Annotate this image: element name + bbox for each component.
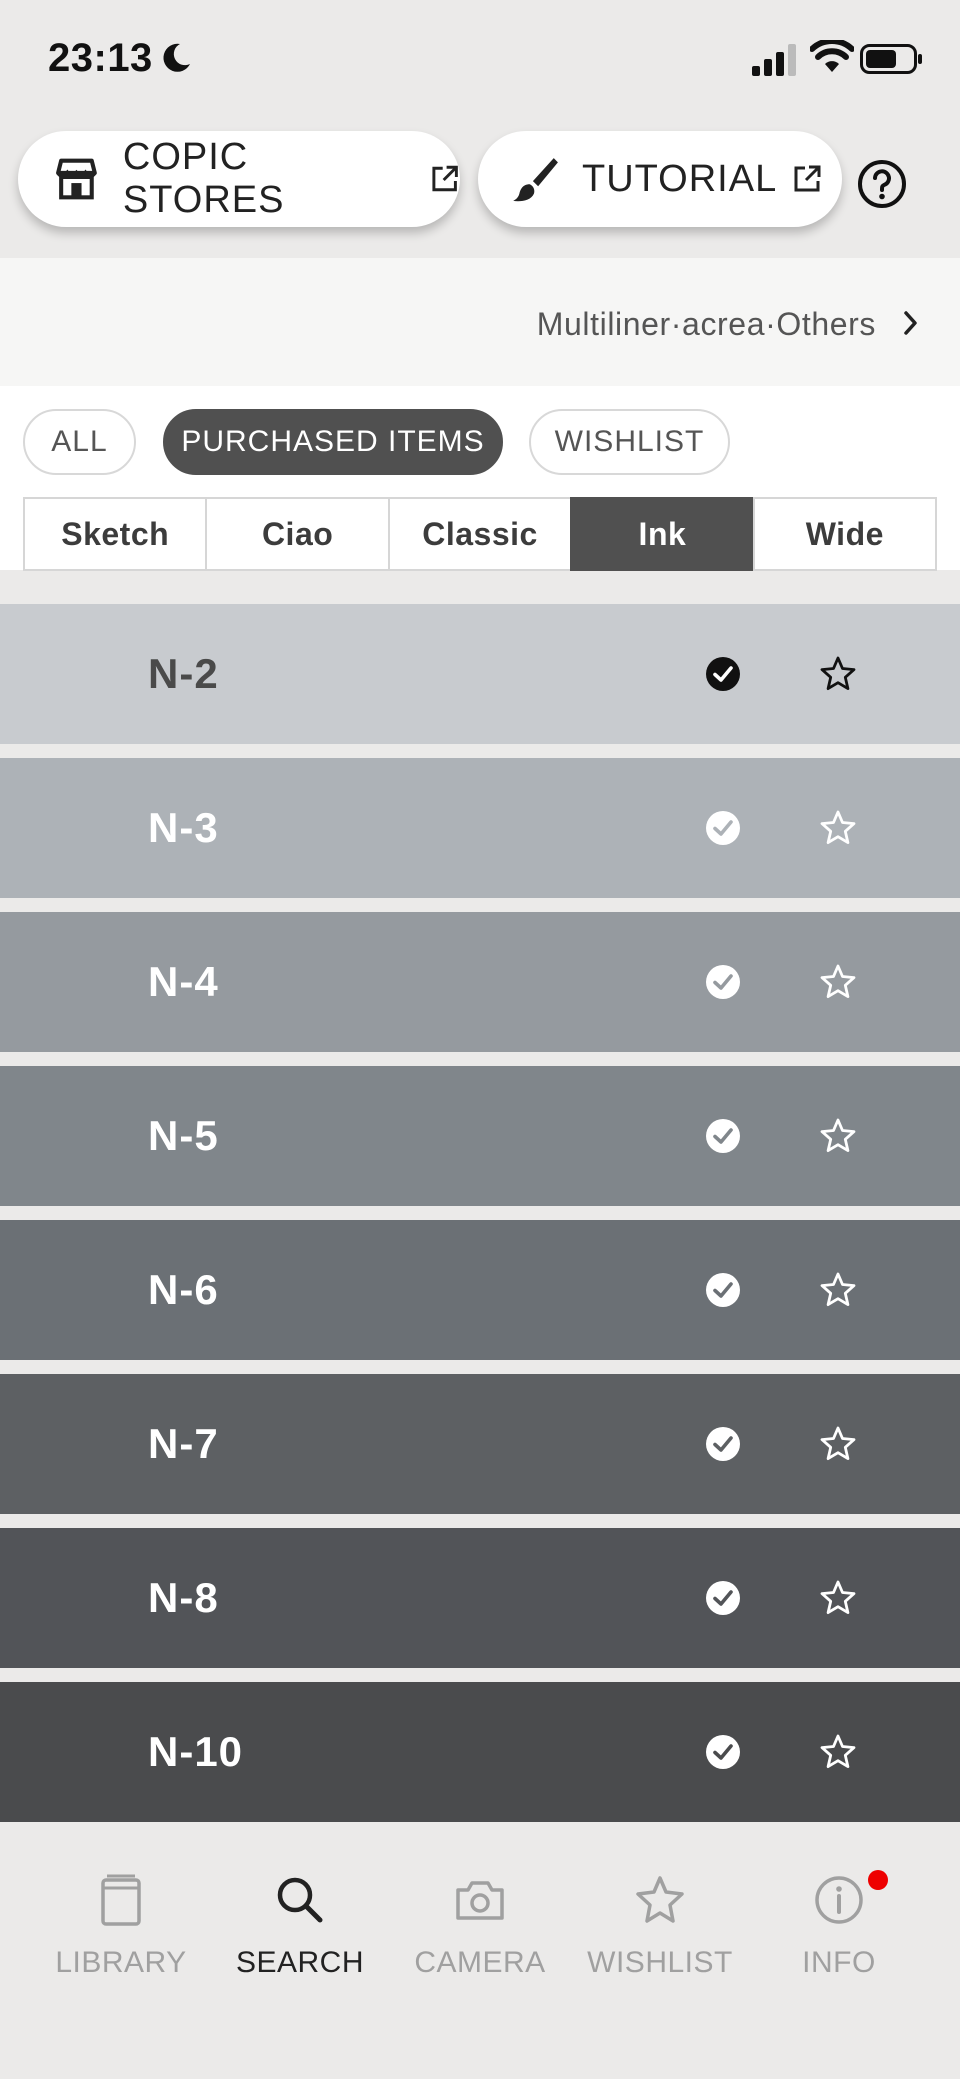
- color-name: N-4: [148, 958, 219, 1005]
- color-name: N-7: [148, 1420, 219, 1467]
- camera-icon: [456, 1881, 504, 1920]
- external-link-icon: [432, 165, 458, 192]
- tutorial-label: TUTORIAL: [582, 157, 778, 200]
- nav-library[interactable]: LIBRARY: [31, 1872, 211, 1980]
- brush-icon: [513, 158, 558, 202]
- nav-info[interactable]: INFO: [749, 1872, 929, 1980]
- color-row[interactable]: N-3: [0, 758, 960, 898]
- tab-sketch[interactable]: Sketch: [23, 497, 208, 571]
- chip-all[interactable]: ALL: [23, 409, 136, 475]
- purchased-check-icon[interactable]: [705, 1734, 741, 1770]
- help-icon[interactable]: [856, 158, 908, 210]
- library-icon: [101, 1874, 141, 1926]
- purchased-check-icon[interactable]: [705, 964, 741, 1000]
- nav-search[interactable]: SEARCH: [210, 1872, 390, 1980]
- purchased-check-icon[interactable]: [705, 810, 741, 846]
- color-name: N-10: [148, 1728, 244, 1775]
- wishlist-star-icon[interactable]: [819, 1733, 857, 1771]
- chip-wishlist[interactable]: WISHLIST: [529, 409, 730, 475]
- nav-wishlist[interactable]: WISHLIST: [570, 1872, 750, 1980]
- color-row[interactable]: N-7: [0, 1374, 960, 1514]
- bottom-nav: LIBRARY SEARCH CAMERA WISHLIST INFO: [0, 1842, 960, 2079]
- color-name: N-3: [148, 804, 219, 851]
- wishlist-star-icon[interactable]: [819, 1117, 857, 1155]
- color-row[interactable]: N-8: [0, 1528, 960, 1668]
- color-row[interactable]: N-4: [0, 912, 960, 1052]
- copic-stores-button[interactable]: COPIC STORES: [18, 131, 460, 227]
- purchased-check-icon[interactable]: [705, 1272, 741, 1308]
- notification-badge: [868, 1870, 888, 1890]
- purchased-check-icon[interactable]: [705, 656, 741, 692]
- series-tabs: Sketch Ciao Classic Ink Wide: [23, 497, 938, 571]
- chevron-right-icon[interactable]: [900, 306, 922, 340]
- wishlist-star-icon[interactable]: [819, 1425, 857, 1463]
- external-link-icon: [794, 165, 821, 192]
- color-row[interactable]: N-6: [0, 1220, 960, 1360]
- color-row[interactable]: N-5: [0, 1066, 960, 1206]
- copic-stores-label: COPIC STORES: [122, 136, 285, 221]
- wishlist-star-icon[interactable]: [819, 1579, 857, 1617]
- color-name: N-6: [148, 1266, 219, 1313]
- tab-wide[interactable]: Wide: [752, 497, 938, 571]
- collection-breadcrumb[interactable]: Multiliner·acrea·Others: [537, 306, 876, 343]
- tutorial-button[interactable]: TUTORIAL: [478, 131, 842, 227]
- tab-ciao[interactable]: Ciao: [205, 497, 390, 571]
- signal-icon: [752, 44, 796, 76]
- star-icon: [636, 1876, 684, 1923]
- tab-classic[interactable]: Classic: [387, 497, 573, 571]
- search-icon: [277, 1877, 323, 1923]
- moon-icon: [163, 43, 190, 72]
- color-row[interactable]: N-2: [0, 604, 960, 744]
- color-name: N-5: [148, 1112, 219, 1159]
- battery-icon: [860, 44, 922, 74]
- wishlist-star-icon[interactable]: [819, 1271, 857, 1309]
- status-time: 23:13: [48, 36, 153, 80]
- color-row[interactable]: N-10: [0, 1682, 960, 1822]
- info-icon: [815, 1876, 863, 1924]
- nav-search-label: SEARCH: [235, 1946, 365, 1979]
- nav-info-label: INFO: [802, 1946, 876, 1979]
- wifi-icon: [810, 40, 854, 72]
- nav-camera[interactable]: CAMERA: [390, 1872, 570, 1980]
- store-icon: [56, 158, 97, 200]
- nav-library-label: LIBRARY: [55, 1946, 187, 1979]
- chip-purchased-items[interactable]: PURCHASED ITEMS: [163, 409, 503, 475]
- wishlist-star-icon[interactable]: [819, 963, 857, 1001]
- wishlist-star-icon[interactable]: [819, 809, 857, 847]
- wishlist-star-icon[interactable]: [819, 655, 857, 693]
- purchased-check-icon[interactable]: [705, 1426, 741, 1462]
- nav-camera-label: CAMERA: [414, 1946, 546, 1979]
- purchased-check-icon[interactable]: [705, 1580, 741, 1616]
- nav-wishlist-label: WISHLIST: [587, 1946, 733, 1979]
- color-name: N-2: [148, 650, 219, 697]
- tab-ink[interactable]: Ink: [570, 497, 755, 571]
- purchased-check-icon[interactable]: [705, 1118, 741, 1154]
- color-name: N-8: [148, 1574, 219, 1621]
